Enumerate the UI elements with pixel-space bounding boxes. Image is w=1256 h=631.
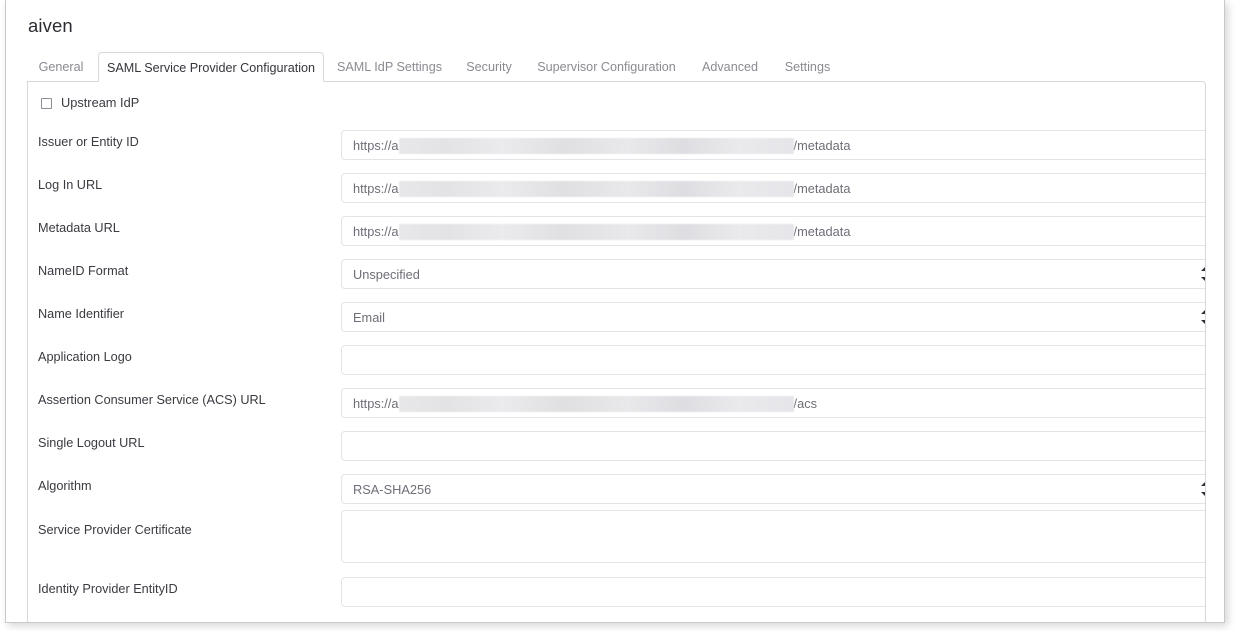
label-algorithm: Algorithm: [38, 479, 92, 493]
tab-bar: General SAML Service Provider Configurati…: [6, 52, 1224, 82]
tab-general[interactable]: General: [27, 52, 95, 82]
tab-settings[interactable]: Settings: [776, 52, 839, 82]
select-name-identifier[interactable]: Email: [341, 302, 1205, 332]
select-updown-chevron-icon[interactable]: [1200, 482, 1205, 496]
select-updown-chevron-icon[interactable]: [1200, 267, 1205, 281]
tab-supervisor-configuration[interactable]: Supervisor Configuration: [529, 52, 684, 82]
label-metadata-url: Metadata URL: [38, 221, 120, 235]
input-issuer-or-entity-id[interactable]: https://a/metadata: [341, 130, 1205, 161]
select-value-nameid-format: Unspecified: [353, 267, 420, 282]
redacted-value: [398, 224, 794, 240]
select-value-name-identifier: Email: [353, 310, 385, 325]
input-single-logout-url[interactable]: [341, 431, 1205, 461]
textarea-service-provider-certificate[interactable]: [341, 510, 1205, 563]
label-identity-provider-entityid: Identity Provider EntityID: [38, 582, 178, 596]
select-value-algorithm: RSA-SHA256: [353, 482, 432, 497]
input-log-in-url[interactable]: https://a/metadata: [341, 173, 1205, 204]
url-prefix: https://a: [353, 396, 399, 411]
url-suffix: /metadata: [793, 138, 851, 153]
input-metadata-url[interactable]: https://a/metadata: [341, 216, 1205, 247]
label-nameid-format: NameID Format: [38, 264, 129, 278]
label-name-identifier: Name Identifier: [38, 307, 125, 321]
tab-saml-idp-settings[interactable]: SAML IdP Settings: [329, 52, 450, 82]
url-prefix: https://a: [353, 224, 399, 239]
tab-saml-service-provider-configuration[interactable]: SAML Service Provider Configuration: [98, 52, 324, 82]
url-prefix: https://a: [353, 181, 399, 196]
input-value-assertion-consumer-service-acs-url: https://a/acs: [353, 389, 817, 419]
redacted-value: [398, 396, 794, 412]
label-log-in-url: Log In URL: [38, 178, 103, 192]
select-updown-chevron-icon[interactable]: [1200, 310, 1205, 324]
url-suffix: /metadata: [793, 181, 851, 196]
label-application-logo: Application Logo: [38, 350, 132, 364]
input-identity-provider-entityid[interactable]: [341, 577, 1205, 607]
label-service-provider-certificate: Service Provider Certificate: [38, 523, 192, 537]
tab-security[interactable]: Security: [458, 52, 520, 82]
checkbox-icon[interactable]: [41, 97, 52, 109]
page-title: aiven: [28, 15, 73, 36]
screenshot-root: aiven General SAML Service Provider Confi…: [0, 0, 1256, 631]
tab-advanced[interactable]: Advanced: [694, 52, 766, 82]
select-algorithm[interactable]: RSA-SHA256: [341, 474, 1205, 504]
select-nameid-format[interactable]: Unspecified: [341, 259, 1205, 289]
label-assertion-consumer-service-acs-url: Assertion Consumer Service (ACS) URL: [38, 393, 266, 407]
upstream-idp-checkbox-row[interactable]: Upstream IdP: [41, 96, 139, 110]
settings-panel: Upstream IdP Issuer or Entity ID https://…: [27, 81, 1206, 622]
input-value-issuer-or-entity-id: https://a/metadata: [353, 131, 850, 161]
url-prefix: https://a: [353, 138, 399, 153]
redacted-value: [398, 138, 794, 154]
redacted-value: [398, 181, 794, 197]
input-application-logo[interactable]: [341, 345, 1205, 375]
url-suffix: /metadata: [793, 224, 851, 239]
page-frame: aiven General SAML Service Provider Confi…: [5, 0, 1225, 623]
input-assertion-consumer-service-acs-url[interactable]: https://a/acs: [341, 388, 1205, 419]
label-single-logout-url: Single Logout URL: [38, 436, 145, 450]
input-value-log-in-url: https://a/metadata: [353, 174, 850, 204]
upstream-idp-label: Upstream IdP: [61, 95, 140, 110]
label-issuer-or-entity-id: Issuer or Entity ID: [38, 135, 139, 149]
url-suffix: /acs: [793, 396, 818, 411]
input-value-metadata-url: https://a/metadata: [353, 217, 850, 247]
